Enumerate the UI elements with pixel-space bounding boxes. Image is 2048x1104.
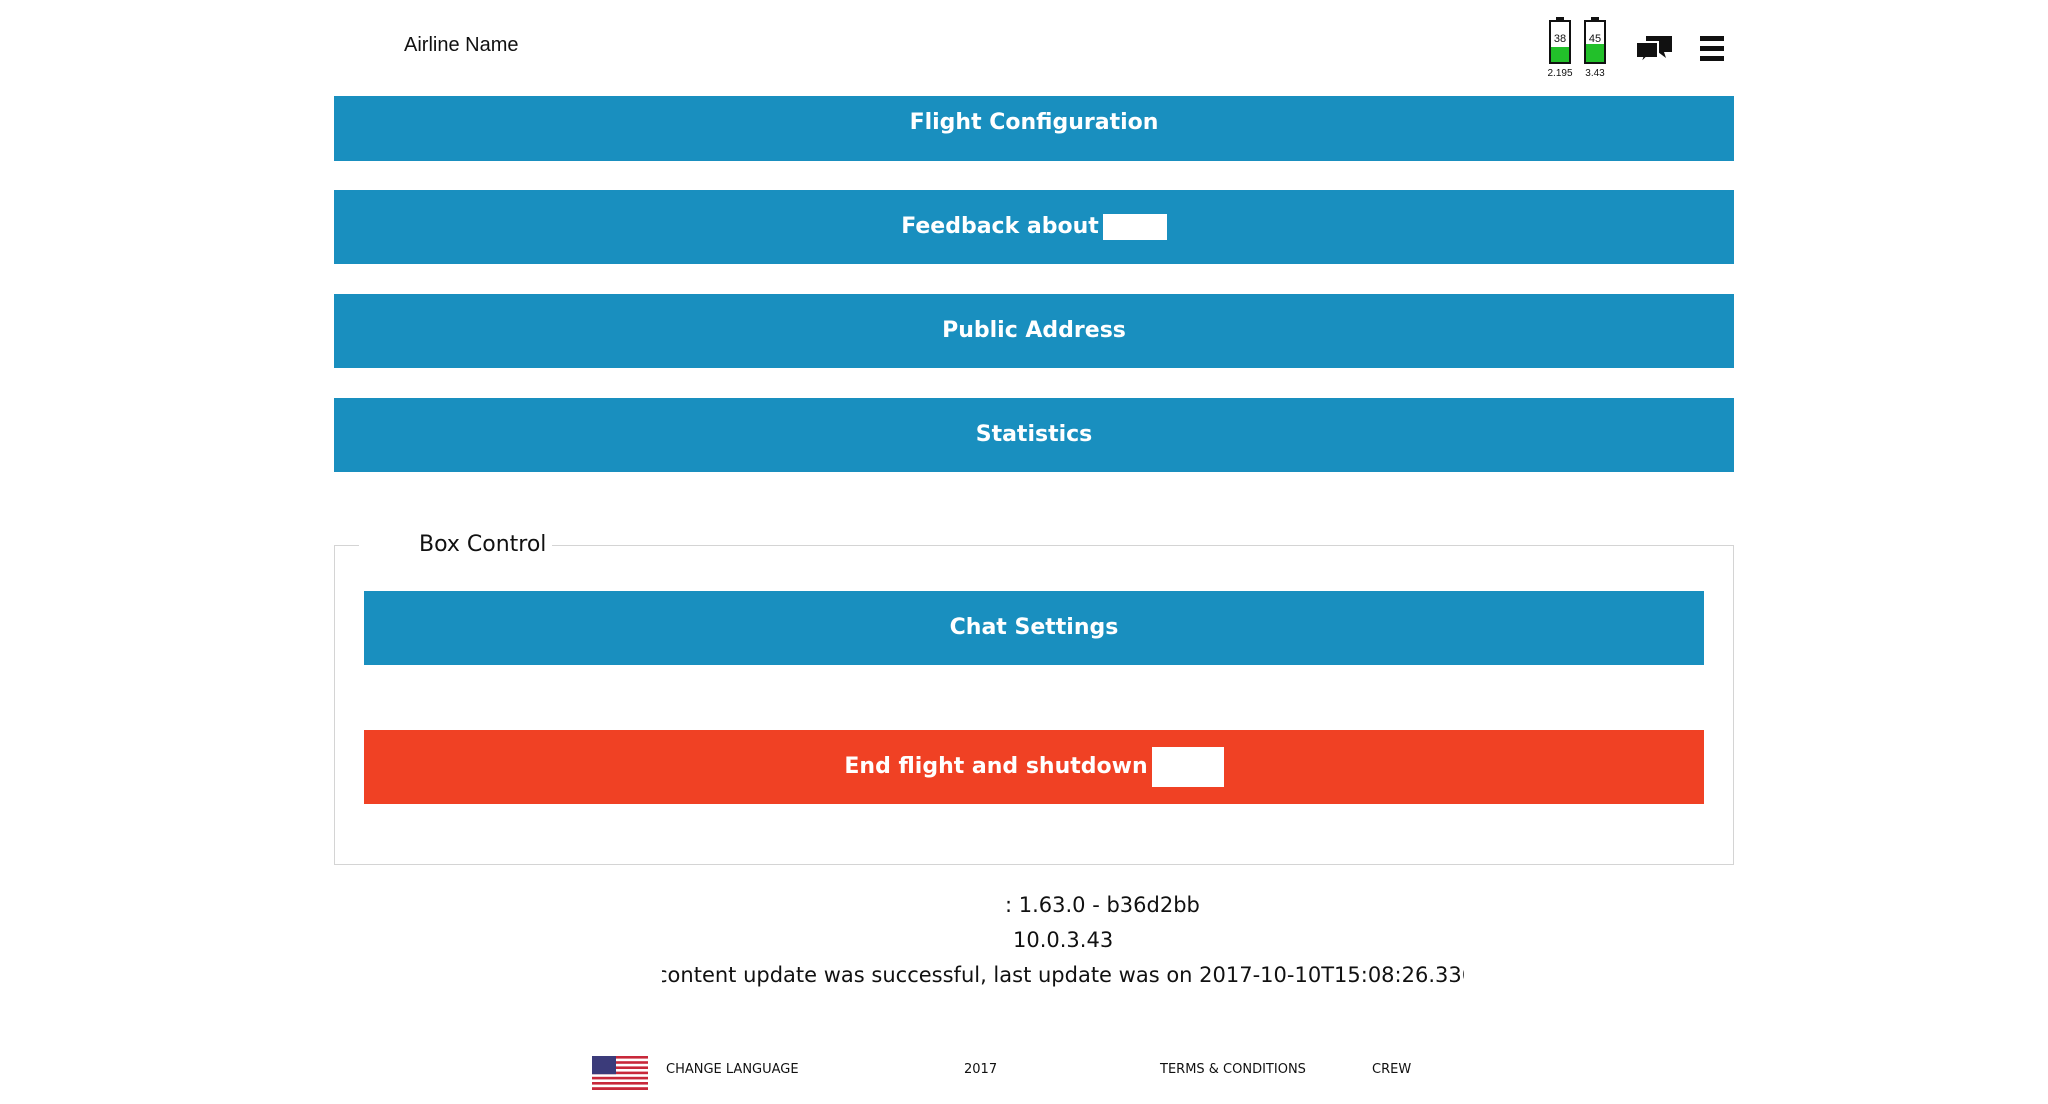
end-flight-shutdown-button[interactable]: End flight and shutdown (364, 730, 1704, 804)
battery-percent: 38 (1553, 33, 1567, 45)
flight-configuration-label: Flight Configuration (909, 110, 1159, 135)
battery-fill (1586, 44, 1604, 62)
chat-settings-button[interactable]: Chat Settings (364, 591, 1704, 665)
public-address-label: Public Address (942, 318, 1126, 343)
battery-voltage-2: 3.43 (1585, 68, 1605, 79)
airline-name: Airline Name (404, 34, 519, 56)
hamburger-menu-icon[interactable] (1700, 36, 1724, 64)
us-flag-icon[interactable] (592, 1056, 648, 1090)
ip-address-info: 10.0.3.43 (1013, 928, 1114, 952)
battery-indicator-1: 38 (1549, 17, 1571, 64)
chat-settings-label: Chat Settings (949, 615, 1119, 640)
battery-indicator-2: 45 (1584, 17, 1606, 64)
statistics-label: Statistics (975, 422, 1093, 447)
footer-year: 2017 (964, 1062, 998, 1077)
terms-conditions-link[interactable]: TERMS & CONDITIONS (1160, 1062, 1306, 1077)
chat-bubbles-icon[interactable] (1634, 34, 1674, 66)
public-address-button[interactable]: Public Address (334, 294, 1734, 368)
crew-link[interactable]: CREW (1372, 1062, 1411, 1077)
end-flight-label: End flight and shutdown (844, 754, 1148, 779)
change-language-link[interactable]: CHANGE LANGUAGE (666, 1062, 799, 1077)
statistics-button[interactable]: Statistics (334, 398, 1734, 472)
battery-voltage-1: 2.195 (1547, 68, 1573, 79)
redacted-block (1102, 214, 1167, 240)
box-control-legend: Box Control (359, 532, 553, 557)
content-update-text: content update was successful, last upda… (662, 963, 1464, 987)
feedback-button[interactable]: Feedback about (334, 190, 1734, 264)
battery-body: 38 (1549, 20, 1571, 64)
battery-percent: 45 (1588, 33, 1602, 45)
page: Airline Name 38 2.195 45 3.43 Flight Con… (0, 0, 2048, 1104)
feedback-label: Feedback about (901, 214, 1099, 239)
battery-fill (1551, 46, 1569, 62)
content-update-info: content update was successful, last upda… (662, 963, 1464, 987)
flight-configuration-button[interactable]: Flight Configuration (334, 96, 1734, 161)
battery-body: 45 (1584, 20, 1606, 64)
redacted-block (1151, 747, 1224, 787)
version-info: : 1.63.0 - b36d2bb (1005, 893, 1200, 917)
